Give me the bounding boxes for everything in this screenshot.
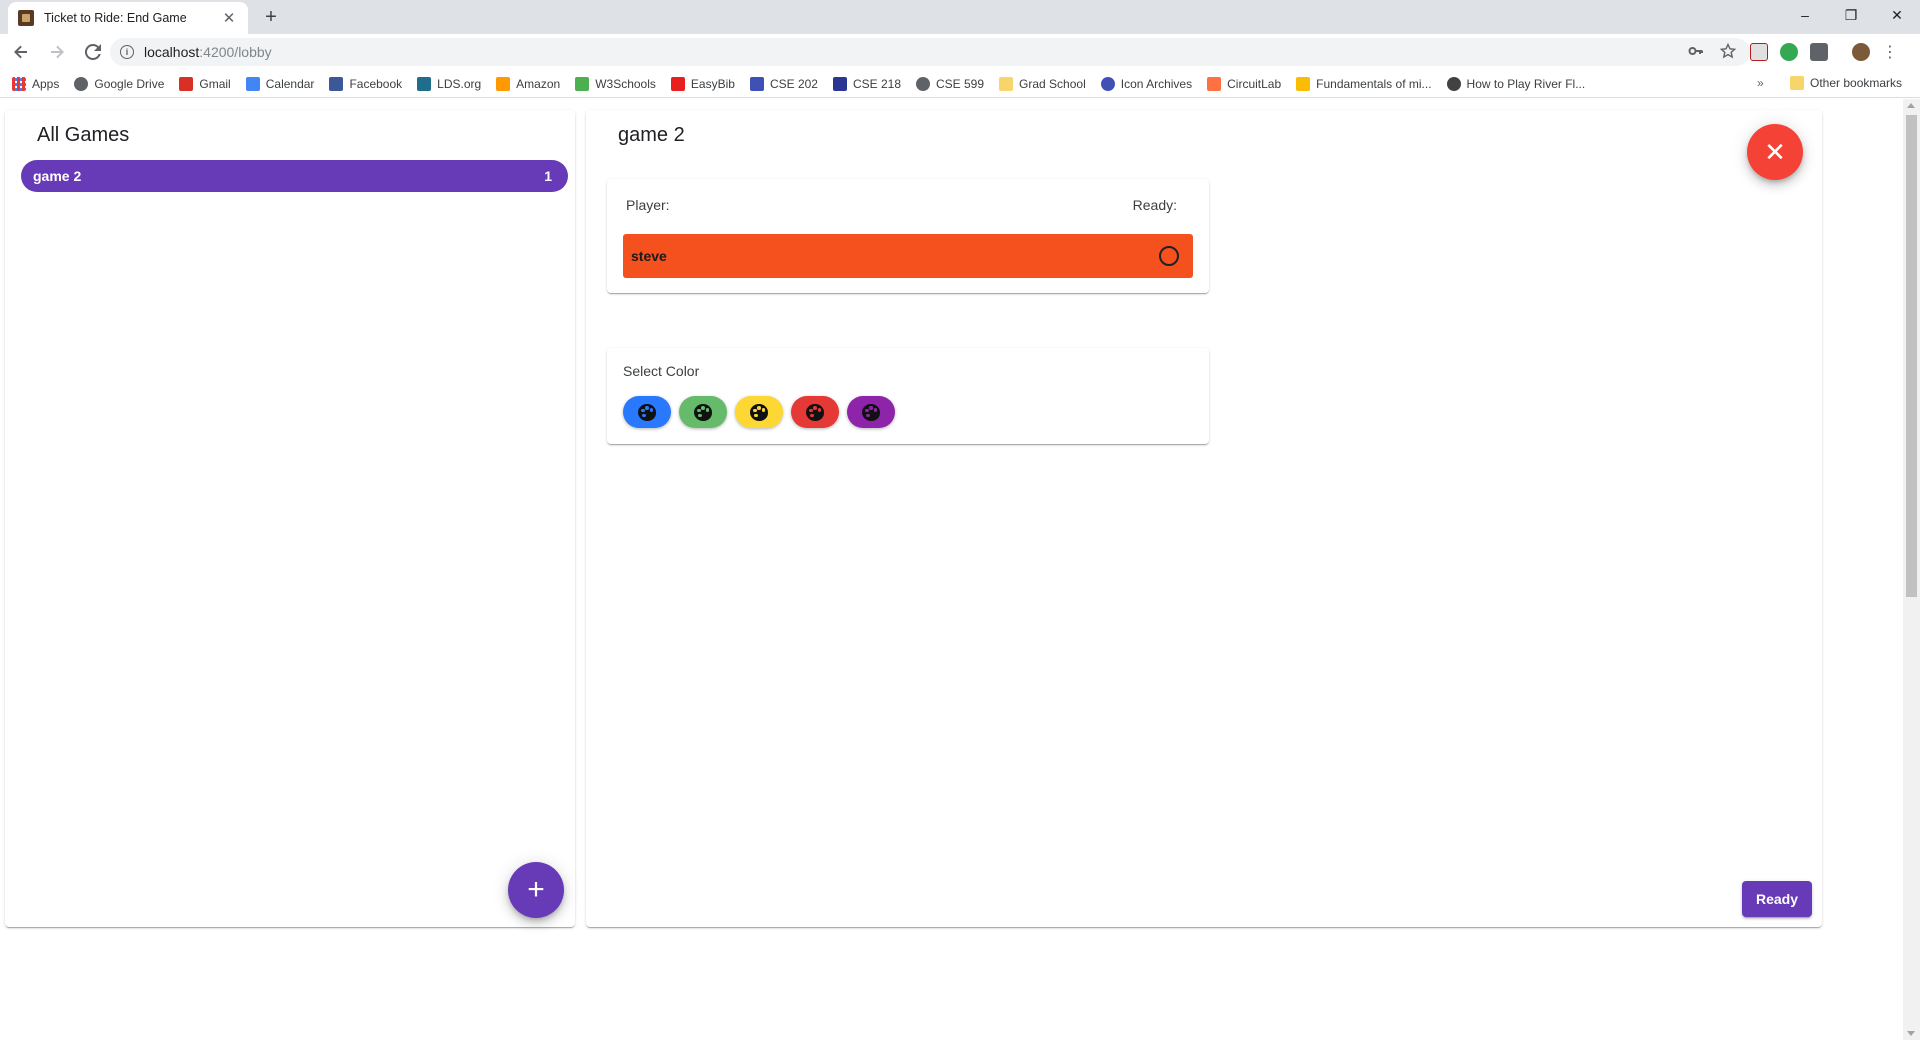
bookmark-fundamentals[interactable]: Fundamentals of mi... [1296, 76, 1432, 91]
url-host: localhost [144, 44, 200, 60]
game-player-count: 1 [544, 168, 552, 184]
ready-column-header: Ready: [1132, 197, 1177, 213]
cse599-icon [916, 76, 930, 91]
players-header: Player: Ready: [607, 197, 1209, 213]
calendar-icon [245, 76, 260, 91]
reload-icon[interactable] [78, 37, 108, 67]
color-button-green[interactable] [679, 396, 727, 428]
bookmark-river-flow[interactable]: How to Play River Fl... [1446, 76, 1585, 91]
bookmark-icon-archives[interactable]: Icon Archives [1100, 76, 1192, 91]
browser-tabstrip: Ticket to Ride: End Game ✕ + – ❐ ✕ [0, 0, 1920, 34]
easybib-icon [670, 76, 685, 91]
color-button-purple[interactable] [847, 396, 895, 428]
amazon-icon [496, 76, 511, 91]
bookmark-easybib[interactable]: EasyBib [670, 76, 735, 91]
color-options [623, 396, 895, 428]
game-detail-panel: game 2 ✕ Player: Ready: steve Select Col… [586, 110, 1822, 927]
gmail-icon [179, 76, 194, 91]
ticket-to-ride-favicon-icon [18, 10, 34, 26]
bookmark-w3schools[interactable]: W3Schools [575, 76, 656, 91]
profile-avatar[interactable] [1852, 43, 1870, 61]
select-color-title: Select Color [623, 363, 700, 379]
games-list-panel: All Games game 2 1 + [5, 110, 575, 927]
menu-kebab-icon[interactable]: ⋮ [1882, 42, 1898, 62]
window-controls: – ❐ ✕ [1782, 0, 1920, 30]
close-game-button[interactable]: ✕ [1747, 124, 1803, 180]
palette-icon [638, 403, 656, 421]
pdf-extension-icon[interactable] [1750, 43, 1768, 61]
key-icon[interactable] [1688, 43, 1704, 63]
bookmark-cse599[interactable]: CSE 599 [916, 76, 984, 91]
tab-title: Ticket to Ride: End Game [44, 11, 187, 25]
bookmark-cse202[interactable]: CSE 202 [749, 76, 818, 91]
close-window-button[interactable]: ✕ [1874, 0, 1920, 30]
scroll-down-icon[interactable] [1907, 1031, 1915, 1036]
restore-button[interactable]: ❐ [1828, 0, 1874, 30]
minimize-button[interactable]: – [1782, 0, 1828, 30]
cse202-icon [749, 76, 764, 91]
players-card: Player: Ready: steve [607, 179, 1209, 293]
page-viewport: All Games game 2 1 + game 2 ✕ Player: Re… [0, 99, 1920, 1040]
palette-icon [694, 403, 712, 421]
apps-grid-icon [12, 76, 26, 91]
lds-icon [417, 76, 432, 91]
bookmarks-bar: Apps Google Drive Gmail Calendar Faceboo… [0, 70, 1920, 98]
color-button-blue[interactable] [623, 396, 671, 428]
url-path: :4200/lobby [199, 44, 272, 60]
green-extension-icon[interactable] [1780, 43, 1798, 61]
bookmark-google-drive[interactable]: Google Drive [74, 76, 164, 91]
color-button-red[interactable] [791, 396, 839, 428]
game-list-item[interactable]: game 2 1 [21, 160, 568, 192]
cse218-icon [832, 76, 847, 91]
folder-icon [1790, 76, 1804, 90]
bookmark-circuitlab[interactable]: CircuitLab [1207, 76, 1281, 91]
bookmark-other[interactable]: Other bookmarks [1790, 76, 1902, 90]
player-column-header: Player: [626, 197, 670, 213]
bookmarks-overflow-icon[interactable]: » [1757, 76, 1764, 90]
back-arrow-icon[interactable] [6, 37, 36, 67]
w3schools-icon [575, 76, 590, 91]
page-scrollbar[interactable] [1903, 99, 1920, 1040]
scroll-thumb[interactable] [1906, 115, 1917, 597]
browser-tab-active[interactable]: Ticket to Ride: End Game ✕ [8, 2, 248, 34]
palette-icon [750, 403, 768, 421]
palette-icon [806, 403, 824, 421]
game-name: game 2 [33, 168, 82, 184]
browser-toolbar: i localhost:4200/lobby ⋮ [0, 34, 1920, 70]
icon-archives-icon [1100, 76, 1115, 91]
address-bar[interactable]: i localhost:4200/lobby [110, 38, 1750, 66]
site-info-icon[interactable]: i [120, 45, 134, 59]
bookmark-apps[interactable]: Apps [12, 76, 59, 91]
color-button-yellow[interactable] [735, 396, 783, 428]
player-row: steve [623, 234, 1193, 278]
ready-button[interactable]: Ready [1742, 881, 1812, 917]
bookmark-gmail[interactable]: Gmail [179, 76, 231, 91]
river-icon [1446, 76, 1461, 91]
new-tab-button[interactable]: + [260, 6, 282, 29]
not-ready-circle-icon [1159, 246, 1179, 266]
bookmark-grad-school[interactable]: Grad School [999, 76, 1086, 91]
bookmark-lds[interactable]: LDS.org [417, 76, 481, 91]
bookmark-facebook[interactable]: Facebook [329, 76, 402, 91]
forward-arrow-icon[interactable] [42, 37, 72, 67]
facebook-extension-icon[interactable] [1810, 43, 1828, 61]
palette-icon [862, 403, 880, 421]
bookmark-calendar[interactable]: Calendar [245, 76, 314, 91]
extensions-area: ⋮ [1750, 38, 1898, 66]
drive-icon [1296, 76, 1311, 91]
tab-close-icon[interactable]: ✕ [220, 9, 238, 27]
folder-icon [999, 76, 1014, 91]
bookmark-cse218[interactable]: CSE 218 [832, 76, 901, 91]
player-name: steve [631, 248, 667, 264]
circuitlab-icon [1207, 76, 1222, 91]
scroll-up-icon[interactable] [1907, 103, 1915, 108]
facebook-icon [329, 76, 344, 91]
bookmark-amazon[interactable]: Amazon [496, 76, 560, 91]
add-game-button[interactable]: + [508, 862, 564, 918]
select-color-card: Select Color [607, 348, 1209, 444]
bookmark-star-icon[interactable] [1719, 42, 1737, 63]
game-title: game 2 [618, 124, 685, 146]
drive-icon [74, 76, 89, 91]
games-list-title: All Games [37, 124, 130, 146]
